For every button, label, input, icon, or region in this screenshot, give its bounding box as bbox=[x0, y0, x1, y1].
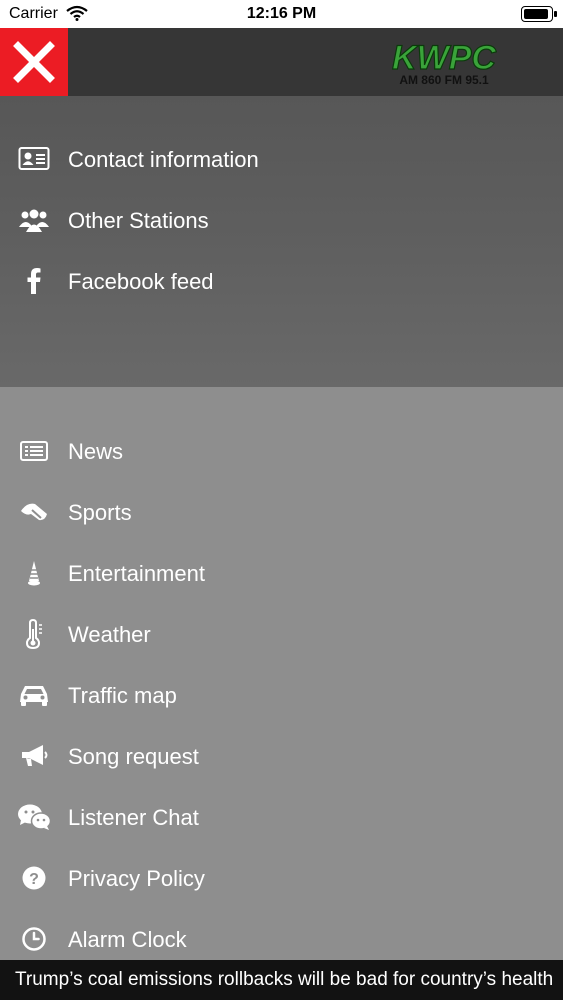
menu-item-label: Contact information bbox=[68, 147, 259, 172]
status-bar: Carrier 12:16 PM bbox=[0, 0, 563, 28]
menu-item-label: Privacy Policy bbox=[68, 866, 205, 891]
logo-sub-text: AM 860 FM 95.1 bbox=[399, 73, 489, 86]
menu-item-other-stations[interactable]: Other Stations bbox=[0, 195, 563, 245]
question-icon: ? bbox=[17, 863, 51, 893]
clock-icon bbox=[17, 924, 51, 954]
car-icon bbox=[17, 680, 51, 710]
chat-icon bbox=[17, 802, 51, 832]
menu-item-traffic-map[interactable]: Traffic map bbox=[0, 670, 563, 720]
menu-item-listener-chat[interactable]: Listener Chat bbox=[0, 792, 563, 842]
sports-icon bbox=[17, 497, 51, 527]
svg-text:?: ? bbox=[29, 871, 39, 888]
logo-main-text: KWPC bbox=[392, 39, 496, 77]
contact-card-icon bbox=[17, 144, 51, 174]
menu-item-sports[interactable]: Sports bbox=[0, 487, 563, 537]
menu-item-weather[interactable]: Weather bbox=[0, 609, 563, 659]
thermometer-icon bbox=[17, 619, 51, 649]
close-icon bbox=[13, 41, 55, 83]
menu-item-song-request[interactable]: Song request bbox=[0, 731, 563, 781]
menu-item-label: Facebook feed bbox=[68, 269, 214, 294]
menu-item-entertainment[interactable]: Entertainment bbox=[0, 548, 563, 598]
users-icon bbox=[17, 205, 51, 235]
menu-item-alarm-clock[interactable]: Alarm Clock bbox=[0, 914, 563, 964]
menu-item-label: Sports bbox=[68, 500, 132, 525]
battery-icon bbox=[521, 6, 557, 22]
menu-item-label: Weather bbox=[68, 622, 151, 647]
megaphone-icon bbox=[17, 741, 51, 771]
facebook-icon bbox=[17, 266, 51, 296]
menu-item-contact-information[interactable]: Contact information bbox=[0, 134, 563, 184]
clock-time: 12:16 PM bbox=[246, 5, 317, 22]
ticker-text: Trump’s coal emissions rollbacks will be… bbox=[15, 969, 554, 990]
menu-item-facebook-feed[interactable]: Facebook feed bbox=[0, 256, 563, 306]
menu-item-label: News bbox=[68, 439, 124, 464]
menu-item-label: Traffic map bbox=[68, 683, 177, 708]
menu-item-label: Entertainment bbox=[68, 561, 205, 586]
top-bar: KWPC AM 860 FM 95.1 bbox=[0, 28, 563, 96]
station-logo: KWPC AM 860 FM 95.1 bbox=[391, 38, 497, 86]
close-button[interactable] bbox=[0, 28, 68, 96]
primary-menu: Contact information Other Stations Faceb… bbox=[0, 96, 563, 387]
menu-item-label: Other Stations bbox=[68, 208, 209, 233]
news-ticker[interactable]: Trump’s coal emissions rollbacks will be… bbox=[0, 960, 563, 1000]
entertainment-icon bbox=[17, 558, 51, 588]
newspaper-icon bbox=[17, 436, 51, 466]
secondary-menu: News Sports Entertainment Weather Traffi… bbox=[0, 387, 563, 960]
menu-item-label: Song request bbox=[68, 744, 199, 769]
menu-item-news[interactable]: News bbox=[0, 426, 563, 476]
menu-item-label: Alarm Clock bbox=[68, 927, 187, 952]
menu-item-privacy-policy[interactable]: ? Privacy Policy bbox=[0, 853, 563, 903]
menu-item-label: Listener Chat bbox=[68, 805, 199, 830]
